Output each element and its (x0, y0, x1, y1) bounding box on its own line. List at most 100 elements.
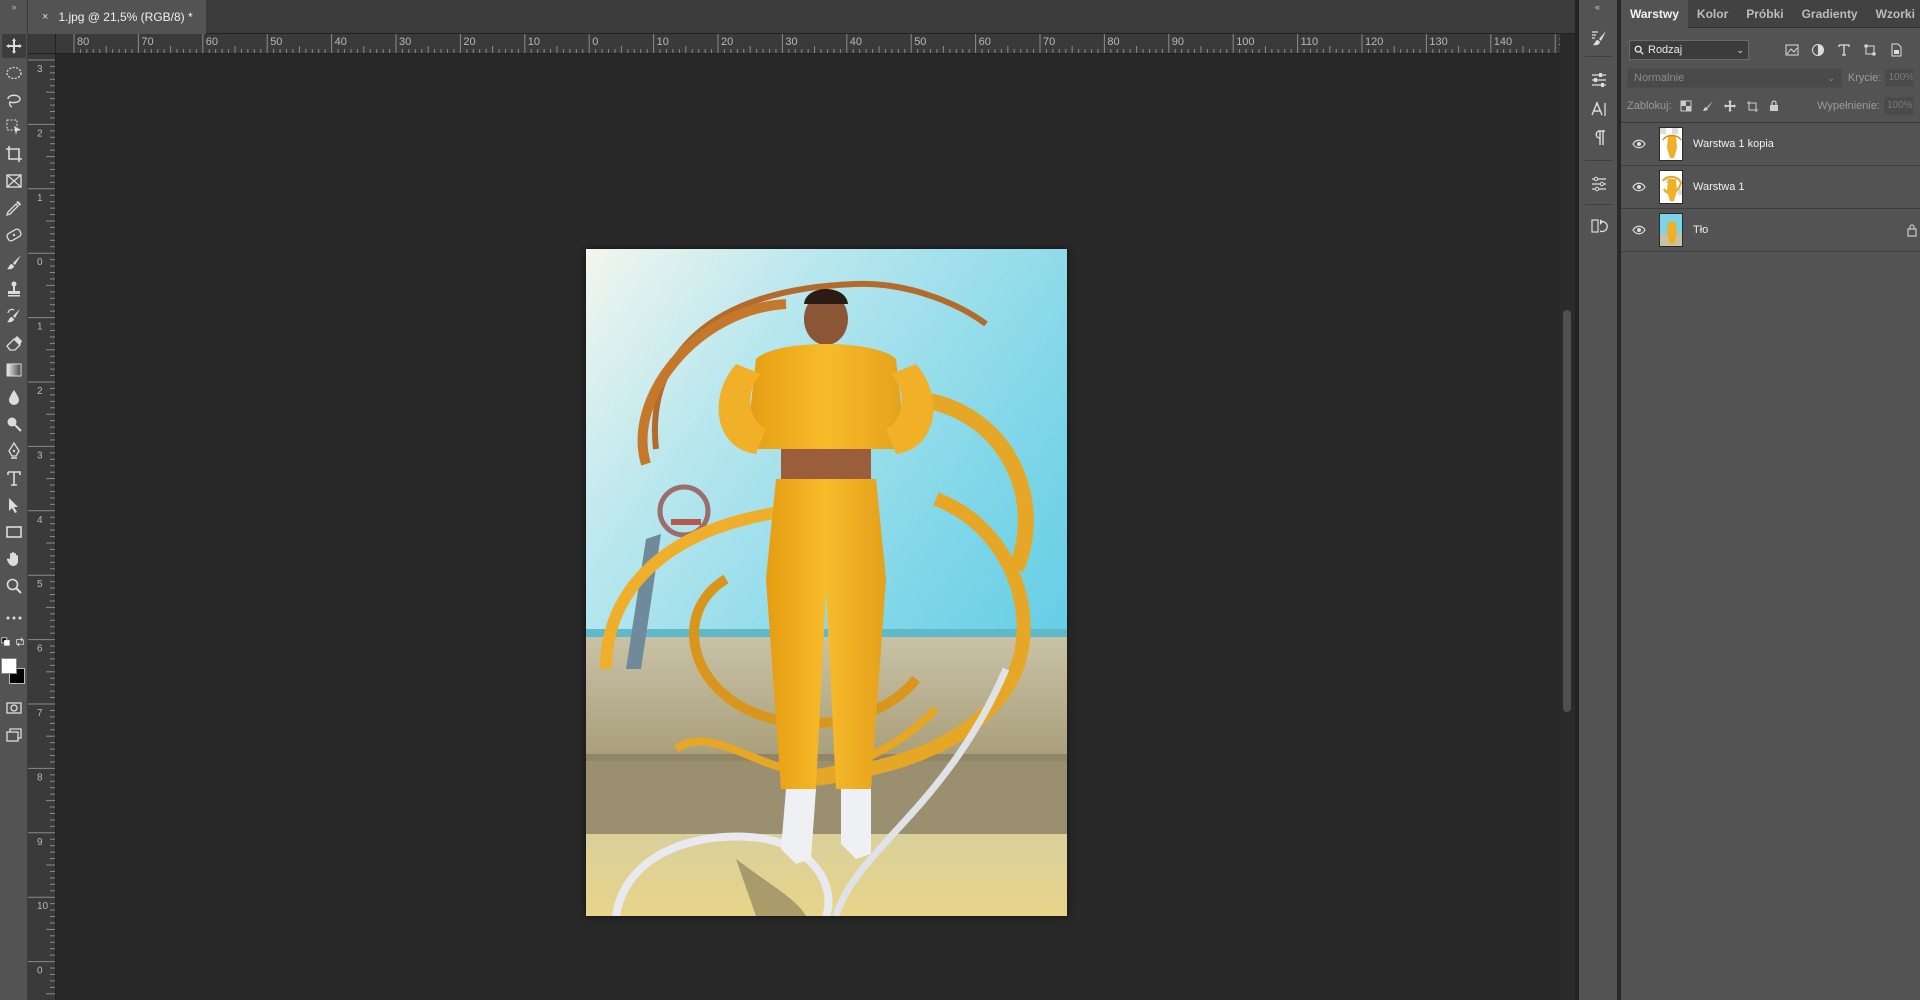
healing-brush-icon[interactable] (2, 223, 26, 247)
document-title: 1.jpg @ 21,5% (RGB/8) * (58, 10, 193, 24)
filter-adjustment-icon[interactable] (1809, 41, 1827, 59)
adjustments-icon[interactable] (1587, 172, 1611, 196)
ruler-label: 0 (37, 966, 43, 977)
filter-type-icon[interactable] (1835, 41, 1853, 59)
layer-name[interactable]: Warstwa 1 kopia (1693, 138, 1774, 150)
ruler-label: 30 (399, 36, 411, 48)
rectangle-icon[interactable] (2, 520, 26, 544)
ruler-label: 120 (1365, 36, 1383, 48)
tab-layers[interactable]: Warstwy (1621, 0, 1688, 28)
ruler-label: 70 (141, 36, 153, 48)
crop-icon[interactable] (2, 142, 26, 166)
blur-icon[interactable] (2, 385, 26, 409)
more-tools-icon[interactable] (2, 606, 26, 630)
paragraph-icon[interactable] (1587, 126, 1611, 150)
opacity-label: Krycie: (1847, 72, 1882, 84)
fill-input[interactable]: 100% (1884, 97, 1914, 115)
brush-settings-icon[interactable] (1587, 26, 1611, 50)
default-colors-icon[interactable] (0, 636, 12, 648)
ruler-label: 7 (37, 708, 43, 719)
filter-shape-icon[interactable] (1861, 41, 1879, 59)
ruler-label: 5 (37, 579, 43, 590)
character-icon[interactable] (1587, 97, 1611, 121)
close-tab-icon[interactable]: × (42, 11, 48, 23)
eyedropper-icon[interactable] (2, 196, 26, 220)
ruler-label: 20 (721, 36, 733, 48)
properties-icon[interactable] (1587, 68, 1611, 92)
quick-mask-icon[interactable] (2, 696, 26, 720)
vertical-scrollbar[interactable] (1560, 34, 1575, 1000)
zoom-icon[interactable] (2, 574, 26, 598)
path-select-icon[interactable] (2, 493, 26, 517)
lasso-icon[interactable] (2, 88, 26, 112)
lock-all-icon[interactable] (1766, 98, 1782, 114)
scrollbar-thumb[interactable] (1563, 310, 1571, 712)
layer-row[interactable]: Warstwa 1 (1621, 166, 1920, 209)
foreground-color-swatch[interactable] (1, 658, 17, 674)
collapse-dock-icon[interactable]: « (1595, 2, 1600, 12)
layers-list: Warstwa 1 kopia Warstwa 1 Tło (1621, 122, 1920, 252)
lock-pixels-icon[interactable] (1700, 98, 1716, 114)
eraser-icon[interactable] (2, 331, 26, 355)
opacity-input[interactable]: 100% (1885, 69, 1914, 87)
swap-colors-icon[interactable] (14, 636, 26, 648)
color-swatches-icon[interactable] (1, 656, 27, 686)
ruler-label: 1 (37, 193, 43, 204)
gradient-icon[interactable] (2, 358, 26, 382)
brush-icon[interactable] (2, 250, 26, 274)
pen-icon[interactable] (2, 439, 26, 463)
lock-label: Zablokuj: (1627, 100, 1672, 112)
clone-stamp-icon[interactable] (2, 277, 26, 301)
tab-patterns[interactable]: Wzorki (1867, 0, 1920, 28)
toolbar-collapse-icon[interactable]: » (0, 0, 28, 28)
ruler-label: 10 (37, 901, 49, 912)
lock-transparent-icon[interactable] (1678, 98, 1694, 114)
lock-artboard-icon[interactable] (1744, 98, 1760, 114)
filter-pixel-icon[interactable] (1783, 41, 1801, 59)
search-icon (1634, 45, 1644, 55)
history-brush-icon[interactable] (2, 304, 26, 328)
chevron-down-icon: ⌄ (1736, 44, 1744, 55)
layer-thumbnail (1659, 213, 1683, 247)
horizontal-ruler[interactable]: 80 70 60 50 40 30 20 10 0 10 20 30 40 50 60 70 80 90 100 11… (56, 34, 1560, 54)
visibility-eye-icon[interactable] (1631, 179, 1647, 195)
ruler-label: 2 (37, 386, 43, 397)
document-tab-bar: × 1.jpg @ 21,5% (RGB/8) * (28, 0, 1575, 34)
ruler-label: 0 (592, 36, 598, 48)
ruler-label: 80 (1107, 36, 1119, 48)
layer-lock-icon (1907, 224, 1917, 237)
document-image[interactable] (586, 249, 1067, 916)
layer-filter-row: Rodzaj ⌄ (1621, 36, 1920, 64)
hand-rotate-icon[interactable] (2, 547, 26, 571)
filter-smart-object-icon[interactable] (1887, 41, 1905, 59)
visibility-eye-icon[interactable] (1631, 222, 1647, 238)
tab-swatches[interactable]: Próbki (1737, 0, 1792, 28)
screen-mode-icon[interactable] (2, 723, 26, 747)
frame-icon[interactable] (2, 169, 26, 193)
ruler-label: 0 (37, 257, 43, 268)
ruler-label: 60 (979, 36, 991, 48)
visibility-eye-icon[interactable] (1631, 136, 1647, 152)
layer-row[interactable]: Tło (1621, 209, 1920, 252)
tab-gradients[interactable]: Gradienty (1793, 0, 1867, 28)
lock-row: Zablokuj: Wypełnienie: 100% (1621, 92, 1920, 120)
type-icon[interactable] (2, 466, 26, 490)
dodge-icon[interactable] (2, 412, 26, 436)
history-icon[interactable] (1587, 214, 1611, 238)
tools-panel: » (0, 0, 28, 1000)
marquee-ellipse-icon[interactable] (2, 61, 26, 85)
ruler-label: 80 (77, 36, 89, 48)
object-select-icon[interactable] (2, 115, 26, 139)
layer-filter-select[interactable]: Rodzaj ⌄ (1629, 40, 1749, 60)
layer-row[interactable]: Warstwa 1 kopia (1621, 123, 1920, 166)
panel-tabs: Warstwy Kolor Próbki Gradienty Wzorki (1621, 0, 1920, 28)
layer-name[interactable]: Warstwa 1 (1693, 181, 1745, 193)
move-icon[interactable] (2, 34, 26, 58)
document-tab[interactable]: × 1.jpg @ 21,5% (RGB/8) * (28, 0, 206, 34)
layer-name[interactable]: Tło (1693, 224, 1708, 236)
blend-mode-select[interactable]: Normalnie ⌄ (1627, 68, 1842, 88)
lock-position-icon[interactable] (1722, 98, 1738, 114)
tab-color[interactable]: Kolor (1688, 0, 1737, 28)
ruler-origin[interactable] (28, 34, 56, 54)
vertical-ruler[interactable]: 3 2 1 0 1 2 3 4 5 6 7 8 9 10 0 (28, 54, 56, 1000)
